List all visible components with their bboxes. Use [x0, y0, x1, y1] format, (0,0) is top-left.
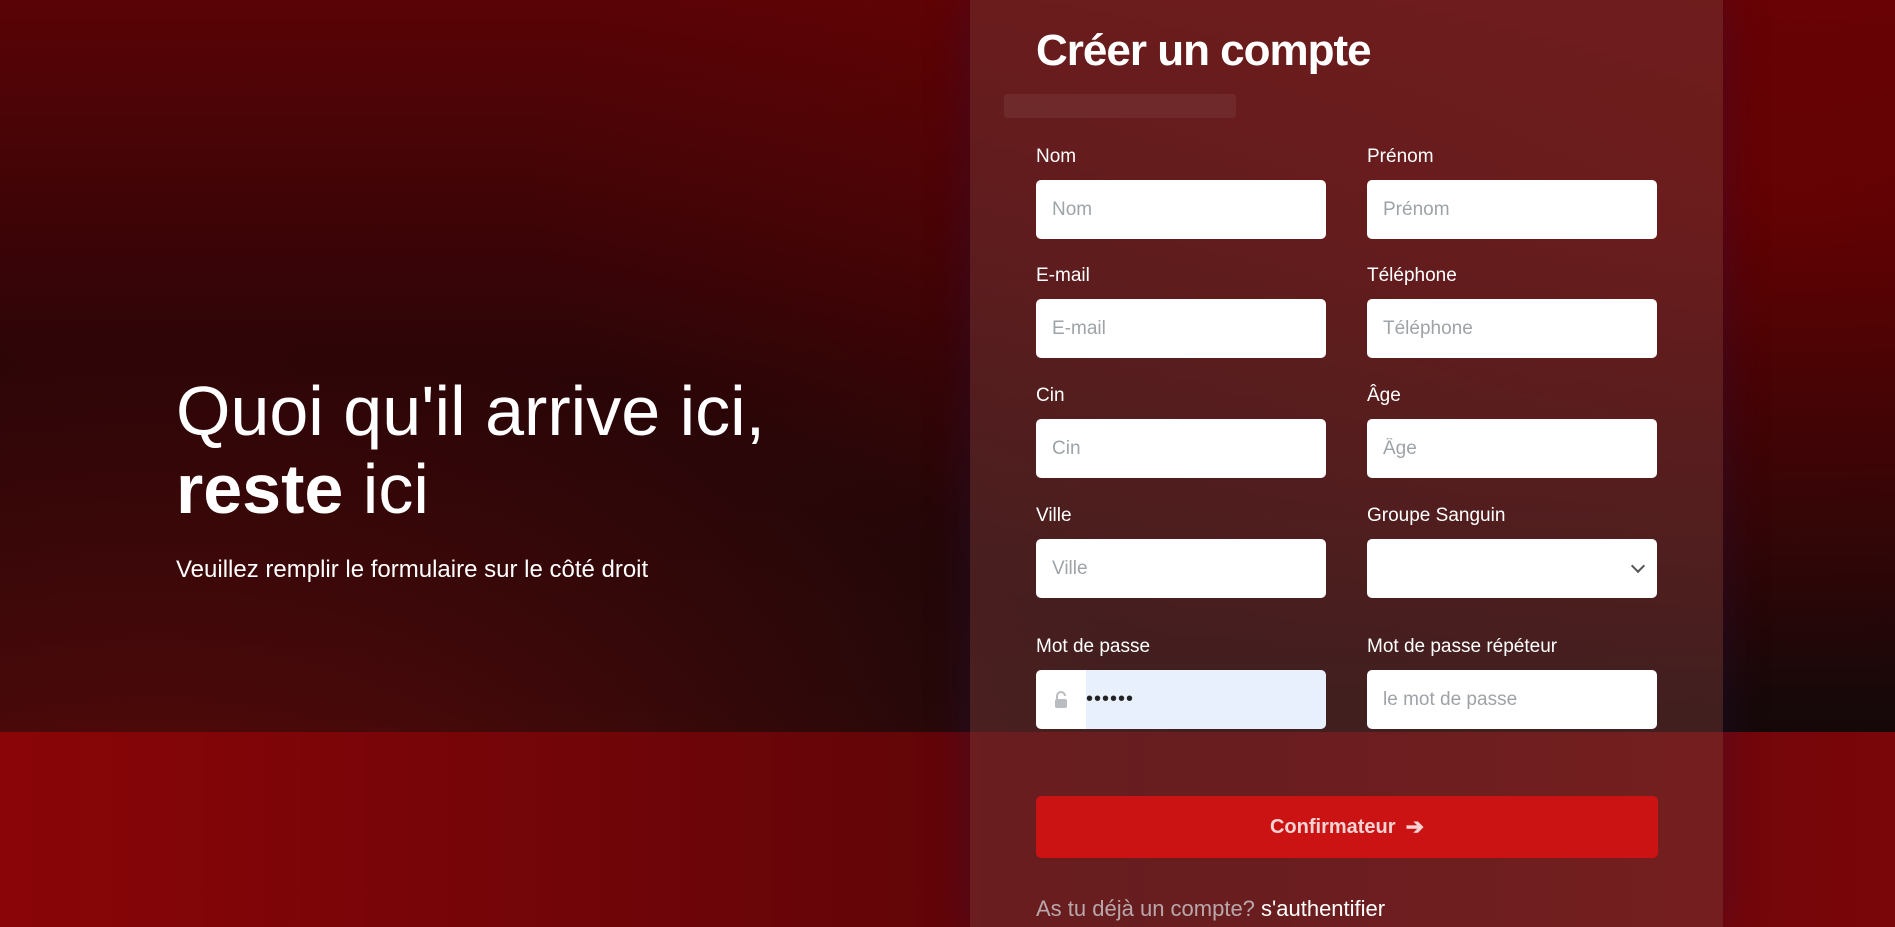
- password-field: Mot de passe ••••••: [1036, 636, 1326, 729]
- age-input[interactable]: [1367, 419, 1657, 478]
- ville-field: Ville: [1036, 505, 1326, 598]
- chevron-down-icon: [1630, 558, 1646, 574]
- cin-label: Cin: [1036, 385, 1065, 406]
- nom-input[interactable]: [1036, 180, 1326, 239]
- email-label: E-mail: [1036, 265, 1090, 286]
- confirm-button-label: Confirmateur: [1269, 815, 1396, 838]
- page-background: Quoi qu'il arrive ici, reste ici Veuille…: [0, 0, 1895, 927]
- groupe-sanguin-label: Groupe Sanguin: [1367, 505, 1506, 526]
- form-title: Créer un compte: [1036, 26, 1372, 75]
- login-link[interactable]: s'authentifier: [1261, 896, 1385, 921]
- hero-heading-rest: ici: [343, 450, 429, 528]
- cin-field: Cin: [1036, 385, 1326, 478]
- login-prompt: As tu déjà un compte? s'authentifier: [1036, 896, 1385, 922]
- password-input[interactable]: ••••••: [1036, 670, 1326, 729]
- email-input[interactable]: [1036, 299, 1326, 358]
- hero-heading-line2: reste ici: [176, 450, 765, 528]
- ville-label: Ville: [1036, 505, 1072, 526]
- faded-overlay-bar: [1004, 94, 1236, 118]
- nom-field: Nom: [1036, 146, 1326, 239]
- telephone-field: Téléphone: [1367, 265, 1657, 358]
- email-field: E-mail: [1036, 265, 1326, 358]
- lock-icon: [1036, 670, 1086, 729]
- prenom-field: Prénom: [1367, 146, 1657, 239]
- telephone-input[interactable]: [1367, 299, 1657, 358]
- age-field: Âge: [1367, 385, 1657, 478]
- arrow-right-icon: ➔: [1405, 814, 1424, 839]
- password-label: Mot de passe: [1036, 636, 1151, 657]
- nom-label: Nom: [1036, 146, 1077, 167]
- signup-panel: Créer un compte Nom Prénom E-mail Téléph…: [970, 0, 1723, 927]
- groupe-sanguin-field: Groupe Sanguin: [1367, 505, 1657, 598]
- telephone-label: Téléphone: [1367, 265, 1457, 286]
- password-repeat-label: Mot de passe répéteur: [1367, 636, 1558, 657]
- password-repeat-field: Mot de passe répéteur: [1367, 636, 1657, 729]
- confirm-button[interactable]: Confirmateur ➔: [1036, 796, 1658, 858]
- password-masked-value: ••••••: [1086, 670, 1326, 729]
- hero-heading-line1: Quoi qu'il arrive ici,: [176, 372, 766, 450]
- ville-input[interactable]: [1036, 539, 1326, 598]
- hero-heading-bold: reste: [176, 450, 344, 528]
- prenom-label: Prénom: [1367, 146, 1434, 167]
- hero-subtitle: Veuillez remplir le formulaire sur le cô…: [176, 556, 649, 583]
- age-label: Âge: [1367, 385, 1401, 406]
- prenom-input[interactable]: [1367, 180, 1657, 239]
- groupe-sanguin-select[interactable]: [1367, 539, 1657, 598]
- hero-section: Quoi qu'il arrive ici, reste ici Veuille…: [176, 372, 765, 584]
- cin-input[interactable]: [1036, 419, 1326, 478]
- login-question: As tu déjà un compte?: [1036, 896, 1255, 921]
- password-repeat-input[interactable]: [1367, 670, 1657, 729]
